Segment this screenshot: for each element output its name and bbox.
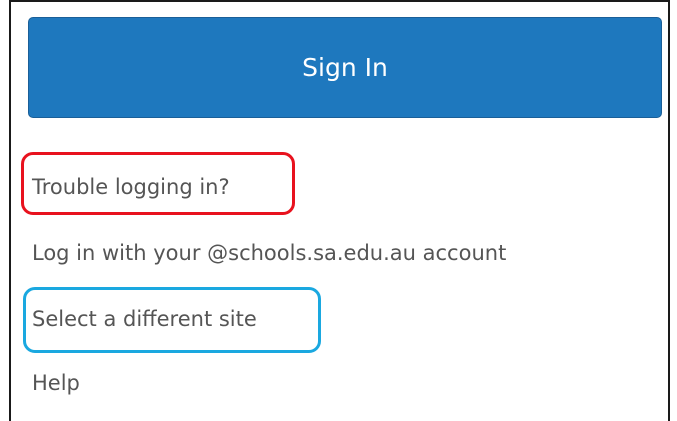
sign-in-label: Sign In [302,53,388,82]
select-different-site-link[interactable]: Select a different site [32,307,257,331]
help-link[interactable]: Help [32,371,80,395]
trouble-logging-in-link[interactable]: Trouble logging in? [32,175,230,199]
sign-in-button[interactable]: Sign In [28,17,662,118]
schools-account-login-link[interactable]: Log in with your @schools.sa.edu.au acco… [32,241,506,265]
